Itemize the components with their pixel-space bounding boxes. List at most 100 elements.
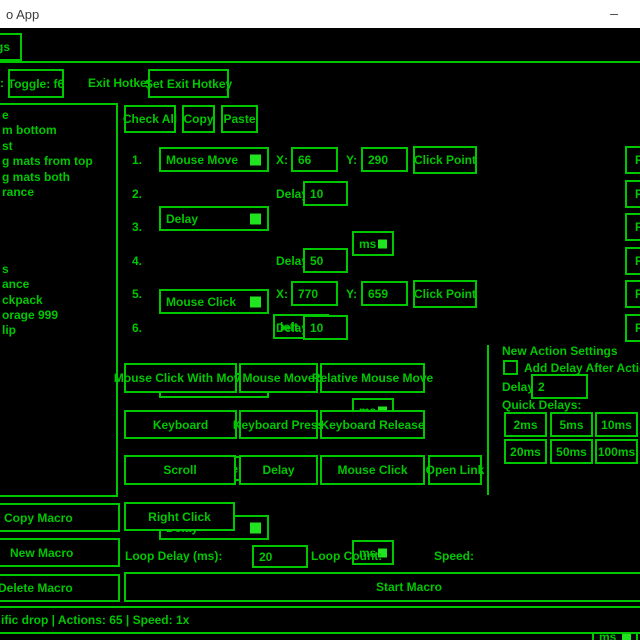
quick-delay-label: 20ms: [510, 445, 541, 459]
macro-list-item[interactable]: st: [0, 139, 116, 154]
remove-action-button[interactable]: R: [625, 180, 640, 208]
status-text: ific drop | Actions: 65 | Speed: 1x: [1, 613, 189, 627]
macro-list-item[interactable]: g mats both: [0, 170, 116, 185]
macro-list-item[interactable]: lip: [0, 323, 116, 338]
action-type-dropdown[interactable]: Mouse Click: [159, 289, 269, 314]
click-point-button[interactable]: Click Point: [413, 280, 477, 308]
quick-delay-2ms-button[interactable]: 2ms: [504, 412, 547, 437]
remove-action-button[interactable]: R: [625, 247, 640, 275]
y-input[interactable]: [361, 147, 408, 172]
y-input[interactable]: [361, 281, 408, 306]
quick-delay-50ms-button[interactable]: 50ms: [550, 439, 593, 464]
macro-list-item[interactable]: rance: [0, 185, 116, 200]
macro-list-item[interactable]: ance: [0, 277, 116, 292]
tab-label: gs: [0, 40, 10, 54]
dropdown-indicator-icon: [250, 522, 261, 533]
add-mouse-move-button[interactable]: Mouse Move: [239, 363, 318, 393]
macro-list-item[interactable]: g mats from top: [0, 154, 116, 169]
add-relative-mouse-move-button[interactable]: Relative Mouse Move: [320, 363, 425, 393]
minimize-icon: –: [610, 5, 618, 21]
add-mouse-click-with-move-button[interactable]: Mouse Click With Move: [124, 363, 237, 393]
add-open-link-button[interactable]: Open Link: [428, 455, 482, 485]
delay-input-wrap: [303, 248, 348, 273]
new-macro-button[interactable]: New Macro: [0, 538, 120, 567]
palette-label: Keyboard: [153, 418, 208, 432]
titlebar[interactable]: o App –: [0, 0, 640, 28]
macro-list-item[interactable]: [0, 247, 116, 262]
quick-delay-20ms-button[interactable]: 20ms: [504, 439, 547, 464]
check-all-button[interactable]: Check All: [124, 105, 176, 133]
palette-label: Mouse Move: [242, 371, 314, 385]
macro-list-item[interactable]: orage 999: [0, 308, 116, 323]
x-input[interactable]: [291, 147, 338, 172]
add-mouse-click-button[interactable]: Mouse Click: [320, 455, 425, 485]
toggle-hotkey-button[interactable]: Toggle: f6: [8, 69, 64, 98]
delete-macro-label: Delete Macro: [0, 581, 73, 595]
dropdown-indicator-icon: [250, 154, 261, 165]
delay-input[interactable]: [303, 248, 348, 273]
delay-input-wrap: [303, 181, 348, 206]
quick-delay-10ms-button[interactable]: 10ms: [595, 412, 638, 437]
y-input-wrap: [361, 147, 408, 172]
add-right-click-button[interactable]: Right Click: [124, 502, 235, 531]
quick-delay-100ms-button[interactable]: 100ms: [595, 439, 638, 464]
macro-list-item[interactable]: [0, 216, 116, 231]
add-delay-button[interactable]: Delay: [239, 455, 318, 485]
palette-label: Delay: [262, 463, 294, 477]
panel-top-border: [0, 61, 640, 63]
quick-delay-label: 10ms: [601, 418, 632, 432]
remove-label: R: [635, 220, 640, 234]
remove-label: R: [635, 187, 640, 201]
remove-label: R: [635, 153, 640, 167]
start-macro-button[interactable]: Start Macro: [124, 572, 640, 602]
check-all-label: Check All: [123, 112, 177, 126]
delay-input[interactable]: [303, 181, 348, 206]
palette-label: Relative Mouse Move: [312, 371, 433, 385]
add-keyboard-press-button[interactable]: Keyboard Press: [239, 410, 318, 439]
delay-input[interactable]: [303, 315, 348, 340]
click-point-button[interactable]: Click Point: [413, 146, 477, 174]
macro-list-item[interactable]: e: [0, 108, 116, 123]
action-type-dropdown[interactable]: Delay: [159, 206, 269, 231]
remove-action-button[interactable]: R: [625, 213, 640, 241]
macro-list-item[interactable]: [0, 200, 116, 215]
settings-divider: [487, 345, 489, 495]
new-action-delay-input[interactable]: [531, 374, 588, 399]
action-type-dropdown[interactable]: Mouse Move: [159, 147, 269, 172]
palette-label: Keyboard Press: [233, 418, 324, 432]
macro-list-item[interactable]: m bottom: [0, 123, 116, 138]
macro-list-item[interactable]: s: [0, 262, 116, 277]
palette-label: Scroll: [163, 463, 196, 477]
palette-label: Keyboard Release: [320, 418, 424, 432]
quick-delay-label: 100ms: [598, 445, 635, 459]
delete-macro-button[interactable]: Delete Macro: [0, 574, 120, 602]
macro-list-item[interactable]: [0, 231, 116, 246]
add-keyboard-release-button[interactable]: Keyboard Release: [320, 410, 425, 439]
add-scroll-button[interactable]: Scroll: [124, 455, 236, 485]
status-bar: ific drop | Actions: 65 | Speed: 1x: [0, 606, 640, 634]
copy-macro-button[interactable]: Copy Macro: [0, 503, 120, 532]
remove-action-button[interactable]: R: [625, 314, 640, 342]
add-delay-checkbox[interactable]: [503, 360, 518, 375]
macro-list[interactable]: e m bottom st g mats from top g mats bot…: [0, 103, 118, 497]
copy-actions-button[interactable]: Copy: [182, 105, 215, 133]
set-exit-hotkey-button[interactable]: Set Exit Hotkey: [148, 69, 229, 98]
x-label: X:: [276, 287, 288, 301]
action-row-number: 6.: [132, 321, 142, 335]
tab-settings[interactable]: gs: [0, 33, 22, 61]
minimize-button[interactable]: –: [595, 0, 633, 26]
paste-actions-button[interactable]: Paste: [221, 105, 258, 133]
action-row-number: 2.: [132, 187, 142, 201]
palette-label: Mouse Click: [337, 463, 407, 477]
loop-delay-input[interactable]: [252, 545, 308, 568]
quick-delay-5ms-button[interactable]: 5ms: [550, 412, 593, 437]
new-macro-label: New Macro: [10, 546, 73, 560]
remove-action-button[interactable]: R: [625, 280, 640, 308]
delay-unit-dropdown[interactable]: ms: [352, 231, 394, 256]
macro-list-item[interactable]: ckpack: [0, 293, 116, 308]
x-input-wrap: [291, 147, 338, 172]
x-input[interactable]: [291, 281, 338, 306]
remove-action-button[interactable]: R: [625, 146, 640, 174]
add-keyboard-button[interactable]: Keyboard: [124, 410, 237, 439]
dropdown-indicator-icon: [250, 213, 261, 224]
